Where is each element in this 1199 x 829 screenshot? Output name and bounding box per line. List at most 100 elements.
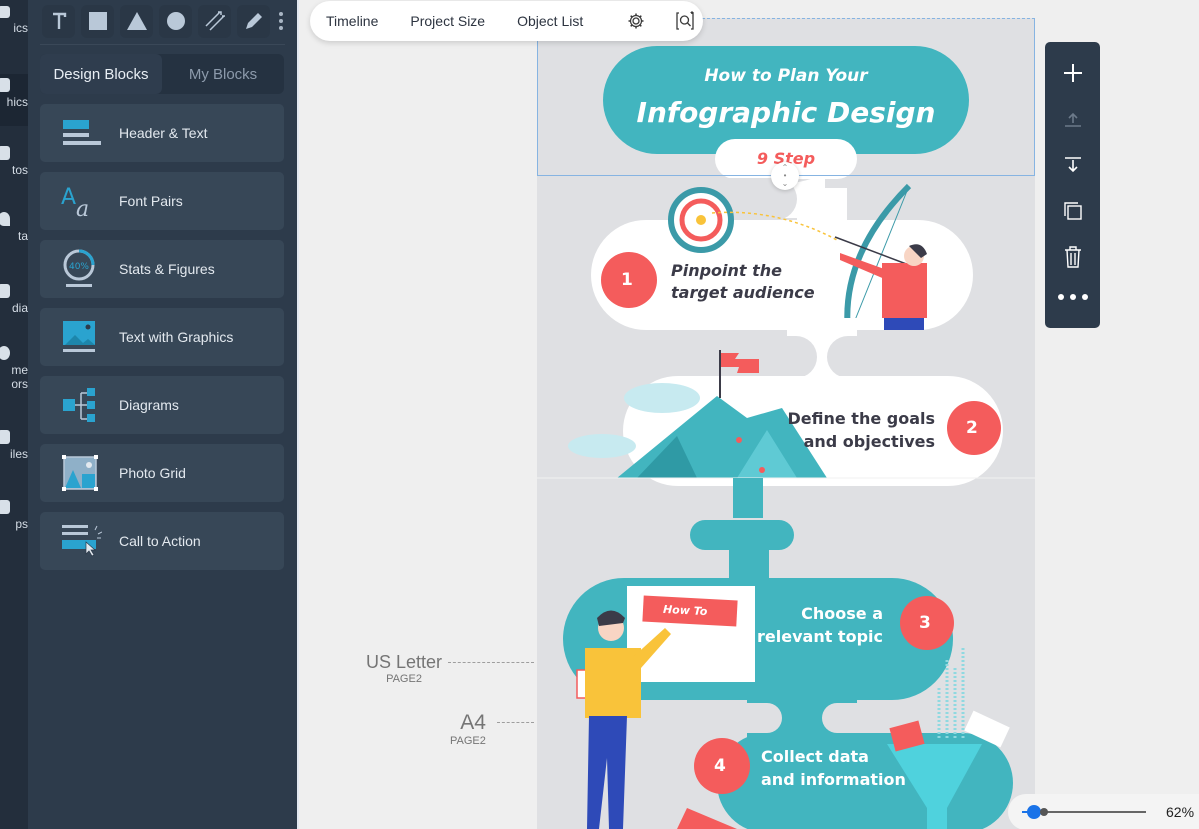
step-1-text: Pinpoint the target audience [671,260,815,304]
block-stats-figures[interactable]: 40% Stats & Figures [40,240,284,298]
step-3-number: 3 [919,613,931,633]
dot-icon [279,19,283,23]
text-graphics-icon [60,316,102,358]
svg-text:A: A [61,185,76,210]
call-to-action-icon [60,520,102,562]
block-label: Photo Grid [119,465,186,481]
dot-icon [1069,294,1076,300]
block-actions-toolbar [1045,42,1100,328]
page-number-label: PAGE2 [450,735,486,747]
step-2-number: 2 [966,418,978,438]
cutout [827,336,1007,378]
connector [797,188,847,238]
block-label: Diagrams [119,397,179,413]
block-label: Stats & Figures [119,261,215,277]
block-label: Font Pairs [119,193,183,209]
zoom-level: 62% [1166,804,1195,820]
design-blocks-panel: Design Blocks My Blocks Header & Text Aa… [28,0,297,829]
path-dot [759,467,765,473]
block-label: Call to Action [119,533,201,549]
timeline-button[interactable]: Timeline [326,13,378,29]
dot-icon [1081,294,1088,300]
text-tool[interactable] [42,4,75,38]
object-list-button[interactable]: Object List [517,13,583,29]
rail-item-graphics-top[interactable]: ics [0,6,28,35]
move-down-button[interactable] [1056,148,1090,182]
circle-icon [166,12,185,30]
step-text-line: relevant topic [757,627,883,646]
person-legs [587,716,627,829]
svg-text:40%: 40% [69,262,89,272]
rectangle-tool[interactable] [81,4,114,38]
settings-button[interactable] [627,10,645,32]
duplicate-icon [1063,202,1082,220]
block-font-pairs[interactable]: Aa Font Pairs [40,172,284,230]
step-text-line: Define the goals [787,409,935,428]
block-text-graphics[interactable]: Text with Graphics [40,308,284,366]
block-photo-grid[interactable]: Photo Grid [40,444,284,502]
search-canvas-button[interactable] [675,10,695,32]
rail-item-media[interactable]: dia [0,284,28,315]
block-call-to-action[interactable]: Call to Action [40,512,284,570]
cloud-icon [568,434,636,458]
rail-label: me ors [11,363,28,391]
page-number-label: PAGE2 [386,673,422,685]
block-label: Text with Graphics [119,329,234,345]
block-header-text[interactable]: Header & Text [40,104,284,162]
line-arrow-icon [204,11,225,31]
delete-button[interactable] [1056,240,1090,274]
block-resize-handle[interactable]: ⌃ • ⌄ [771,162,799,190]
pencil-icon [245,13,262,29]
zoom-slider[interactable] [1022,805,1146,819]
tab-design-blocks[interactable]: Design Blocks [40,54,162,94]
project-size-button[interactable]: Project Size [410,13,485,29]
rail-label: tos [11,163,28,177]
more-button[interactable] [1057,294,1088,300]
media-icon [0,284,10,298]
rail-label: ps [15,517,28,531]
pen-tool[interactable] [237,4,270,38]
zoom-slider-knob[interactable] [1027,805,1042,819]
rail-item-photos[interactable]: tos [0,146,28,177]
connector [733,478,763,518]
tab-my-blocks[interactable]: My Blocks [162,54,284,94]
move-up-button[interactable] [1056,102,1090,136]
block-diagrams[interactable]: Diagrams [40,376,284,434]
rail-item-graphics[interactable]: hics [0,74,28,126]
more-tools-button[interactable] [276,5,286,38]
step-3-text: Choose a relevant topic [737,602,883,648]
trash-icon [1064,246,1081,268]
diagrams-icon [60,384,102,426]
left-rail: ics hics tos ta dia me ors iles ps [0,0,28,829]
page-break-line [448,662,534,663]
app: ics hics tos ta dia me ors iles ps Desig… [0,0,1199,829]
graphics-icon [0,6,10,18]
target-center [696,215,706,225]
photo-grid-icon [60,452,102,494]
gear-icon [628,13,644,29]
rail-item-theme-colors[interactable]: me ors [0,346,28,391]
title-line-1: How to Plan Your [704,66,868,86]
step-4-number: 4 [714,756,726,776]
rail-item-apps[interactable]: ps [0,500,28,531]
infographic-page[interactable]: How to Plan Your Infographic Design 9 St… [537,18,1035,829]
chevron-down-icon: ⌄ [781,179,789,188]
dot-icon [279,26,283,30]
header-text-icon [60,112,102,154]
triangle-tool[interactable] [120,4,153,38]
rail-item-files[interactable]: iles [0,430,28,461]
how-to-text: How To [662,602,708,619]
cutout [857,178,997,220]
rail-item-data[interactable]: ta [0,212,28,243]
canvas-topbar: Timeline Project Size Object List [310,1,703,41]
circle-tool[interactable] [159,4,192,38]
apps-icon [0,500,10,514]
page-label-us-letter: US Letter PAGE2 [366,652,442,685]
dot-icon [1057,294,1064,300]
cutout [702,703,782,733]
rail-label: hics [6,95,28,109]
add-block-button[interactable] [1056,56,1090,90]
duplicate-button[interactable] [1056,194,1090,228]
line-tool[interactable] [198,4,231,38]
plus-icon [1063,64,1082,82]
